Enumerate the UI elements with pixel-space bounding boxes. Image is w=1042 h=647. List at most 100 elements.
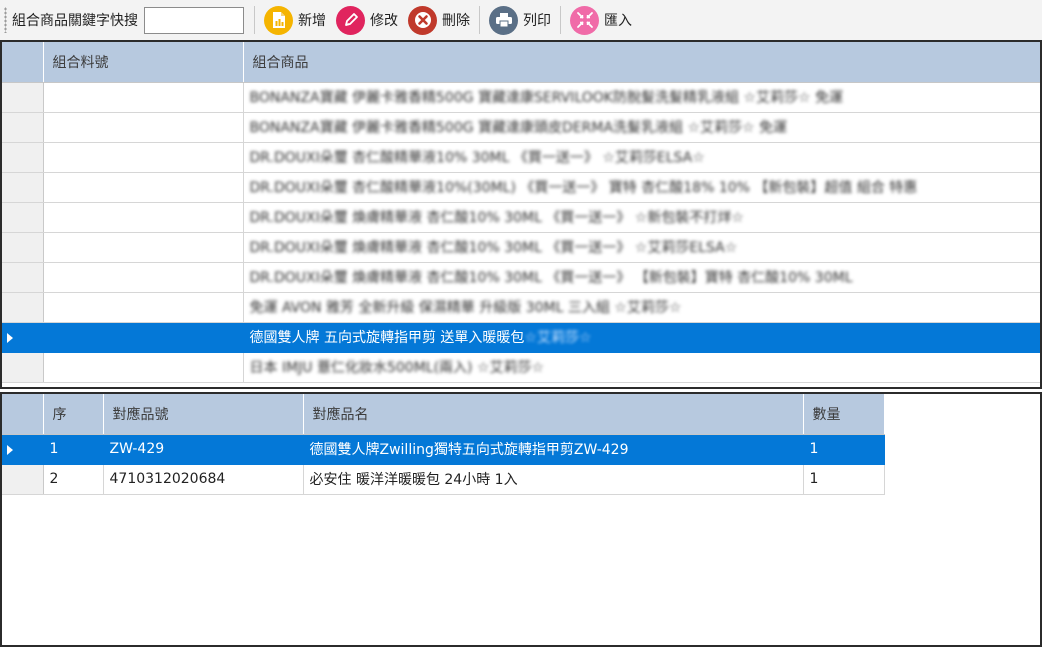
pencil-icon <box>336 5 365 35</box>
row-header[interactable] <box>2 464 44 495</box>
quantity-cell[interactable]: 1 <box>803 464 885 495</box>
row-header[interactable] <box>2 112 44 143</box>
combo-code-cell[interactable] <box>43 202 244 233</box>
combo-product-cell[interactable]: 免運 AVON 雅芳 全新升級 保濕精華 升級版 30ML 三入組 ☆艾莉莎☆ <box>243 292 1040 323</box>
column-header-combo-product[interactable]: 組合商品 <box>243 42 1040 83</box>
toolbar-grip[interactable] <box>4 7 7 33</box>
item-name-cell[interactable]: 必安住 暖洋洋暖暖包 24小時 1入 <box>303 464 804 495</box>
combo-product-name: 免運 AVON 雅芳 全新升級 保濕精華 升級版 30ML 三入組 ☆艾莉莎☆ <box>249 300 682 316</box>
combo-product-cell[interactable]: DR.DOUXI朵璽 煥膚精華液 杏仁酸10% 30ML 《買一送一》 ☆艾莉莎… <box>243 232 1040 263</box>
combo-product-name: DR.DOUXI朵璽 煥膚精華液 杏仁酸10% 30ML 《買一送一》 ☆新包裝… <box>249 210 744 226</box>
combo-product-name: DR.DOUXI朵璽 杏仁酸精華液10% 30ML 《買一送一》 ☆艾莉莎ELS… <box>249 150 705 166</box>
row-header[interactable] <box>2 262 44 293</box>
combo-product-cell[interactable]: 日本 IMJU 薏仁化妝水500ML(兩入) ☆艾莉莎☆ <box>243 352 1040 383</box>
row-header[interactable] <box>2 172 44 203</box>
toolbar-separator <box>479 6 480 34</box>
row-header[interactable] <box>2 202 44 233</box>
table-row[interactable]: 2 4710312020684 必安住 暖洋洋暖暖包 24小時 1入 1 <box>2 464 885 495</box>
table-row-selected[interactable]: 德國雙人牌 五向式旋轉指甲剪 送單入暖暖包☆艾莉莎☆ <box>2 322 1040 353</box>
combo-product-name: BONANZA寶藏 伊麗卡雅香精500G 寶藏達康SERVILOOK防脫髮洗髮精… <box>249 90 843 106</box>
item-name-cell[interactable]: 德國雙人牌Zwilling獨特五向式旋轉指甲剪ZW-429 <box>303 434 804 465</box>
combo-product-cell[interactable]: 德國雙人牌 五向式旋轉指甲剪 送單入暖暖包☆艾莉莎☆ <box>243 322 1040 353</box>
delete-button-label: 刪除 <box>442 13 470 29</box>
row-header[interactable] <box>2 352 44 383</box>
seq-cell[interactable]: 1 <box>43 434 104 465</box>
column-header-combo-code[interactable]: 組合料號 <box>43 42 244 83</box>
toolbar-separator <box>560 6 561 34</box>
print-button[interactable]: 列印 <box>484 3 556 37</box>
column-header-item-code[interactable]: 對應品號 <box>103 394 304 435</box>
table-row[interactable]: DR.DOUXI朵璽 煥膚精華液 杏仁酸10% 30ML 《買一送一》 ☆新包裝… <box>2 202 1040 233</box>
table-row[interactable]: BONANZA寶藏 伊麗卡雅香精500G 寶藏達康SERVILOOK防脫髮洗髮精… <box>2 82 1040 113</box>
combo-product-cell[interactable]: DR.DOUXI朵璽 杏仁酸精華液10% 30ML 《買一送一》 ☆艾莉莎ELS… <box>243 142 1040 173</box>
row-header-corner[interactable] <box>2 42 44 83</box>
combo-product-name-suffix: ☆艾莉莎☆ <box>524 330 592 346</box>
column-header-seq[interactable]: 序 <box>43 394 104 435</box>
combo-code-cell[interactable] <box>43 172 244 203</box>
item-code-cell[interactable]: ZW-429 <box>103 434 304 465</box>
combo-code-cell[interactable] <box>43 292 244 323</box>
table-header-row: 序 對應品號 對應品名 數量 <box>2 394 885 435</box>
table-row[interactable]: DR.DOUXI朵璽 杏仁酸精華液10%(30ML) 《買一送一》 寶特 杏仁酸… <box>2 172 1040 203</box>
combo-product-cell[interactable]: BONANZA寶藏 伊麗卡雅香精500G 寶藏達康SERVILOOK防脫髮洗髮精… <box>243 82 1040 113</box>
table-row[interactable]: DR.DOUXI朵璽 杏仁酸精華液10% 30ML 《買一送一》 ☆艾莉莎ELS… <box>2 142 1040 173</box>
combo-product-name: DR.DOUXI朵璽 杏仁酸精華液10%(30ML) 《買一送一》 寶特 杏仁酸… <box>249 180 918 196</box>
combo-product-name: 德國雙人牌 五向式旋轉指甲剪 送單入暖暖包 <box>249 330 525 346</box>
combo-product-name: BONANZA寶藏 伊麗卡雅香精500G 寶藏達康頭皮DERMA洗髮乳液組 ☆艾… <box>249 120 788 136</box>
delete-button[interactable]: 刪除 <box>403 3 475 37</box>
edit-button-label: 修改 <box>370 13 398 29</box>
quantity-cell[interactable]: 1 <box>803 434 885 465</box>
edit-button[interactable]: 修改 <box>331 3 403 37</box>
mapping-item-table: 序 對應品號 對應品名 數量 1 ZW-429 德國雙人牌Zwilling獨特五… <box>2 394 885 495</box>
table-row[interactable]: DR.DOUXI朵璽 煥膚精華液 杏仁酸10% 30ML 《買一送一》 【新包裝… <box>2 262 1040 293</box>
row-header[interactable] <box>2 232 44 263</box>
combo-code-cell[interactable] <box>43 352 244 383</box>
toolbar-separator <box>254 6 255 34</box>
combo-code-cell[interactable] <box>43 112 244 143</box>
column-header-item-name[interactable]: 對應品名 <box>303 394 804 435</box>
combo-product-name: DR.DOUXI朵璽 煥膚精華液 杏仁酸10% 30ML 《買一送一》 ☆艾莉莎… <box>249 240 738 256</box>
combo-code-cell[interactable] <box>43 322 244 353</box>
row-header[interactable] <box>2 292 44 323</box>
import-button[interactable]: 匯入 <box>565 3 637 37</box>
delete-x-icon <box>408 5 437 35</box>
row-header-corner[interactable] <box>2 394 44 435</box>
combo-code-cell[interactable] <box>43 82 244 113</box>
combo-product-cell[interactable]: BONANZA寶藏 伊麗卡雅香精500G 寶藏達康頭皮DERMA洗髮乳液組 ☆艾… <box>243 112 1040 143</box>
combo-product-cell[interactable]: DR.DOUXI朵璽 煥膚精華液 杏仁酸10% 30ML 《買一送一》 ☆新包裝… <box>243 202 1040 233</box>
combo-product-grid: 組合料號 組合商品 BONANZA寶藏 伊麗卡雅香精500G 寶藏達康SERVI… <box>0 40 1042 389</box>
column-header-quantity[interactable]: 數量 <box>803 394 885 435</box>
table-header-row: 組合料號 組合商品 <box>2 42 1040 83</box>
combo-product-name: 日本 IMJU 薏仁化妝水500ML(兩入) ☆艾莉莎☆ <box>249 360 545 376</box>
search-input[interactable] <box>144 6 244 34</box>
combo-code-cell[interactable] <box>43 262 244 293</box>
import-arrows-icon <box>570 5 599 35</box>
search-label: 組合商品關鍵字快搜 <box>12 13 138 29</box>
toolbar: 組合商品關鍵字快搜 新增 修改 刪除 列印 匯入 <box>0 0 1042 40</box>
mapping-item-grid: 序 對應品號 對應品名 數量 1 ZW-429 德國雙人牌Zwilling獨特五… <box>0 392 1042 647</box>
printer-icon <box>489 5 518 35</box>
add-document-icon <box>264 5 293 35</box>
row-header[interactable] <box>2 142 44 173</box>
seq-cell[interactable]: 2 <box>43 464 104 495</box>
combo-product-cell[interactable]: DR.DOUXI朵璽 煥膚精華液 杏仁酸10% 30ML 《買一送一》 【新包裝… <box>243 262 1040 293</box>
table-row[interactable]: DR.DOUXI朵璽 煥膚精華液 杏仁酸10% 30ML 《買一送一》 ☆艾莉莎… <box>2 232 1040 263</box>
current-row-arrow-icon <box>7 444 13 455</box>
combo-product-name: DR.DOUXI朵璽 煥膚精華液 杏仁酸10% 30ML 《買一送一》 【新包裝… <box>249 270 853 286</box>
current-row-arrow-icon <box>7 332 13 343</box>
combo-product-cell[interactable]: DR.DOUXI朵璽 杏仁酸精華液10%(30ML) 《買一送一》 寶特 杏仁酸… <box>243 172 1040 203</box>
table-row[interactable]: BONANZA寶藏 伊麗卡雅香精500G 寶藏達康頭皮DERMA洗髮乳液組 ☆艾… <box>2 112 1040 143</box>
row-header[interactable] <box>2 82 44 113</box>
import-button-label: 匯入 <box>604 13 632 29</box>
table-row-selected[interactable]: 1 ZW-429 德國雙人牌Zwilling獨特五向式旋轉指甲剪ZW-429 1 <box>2 434 885 465</box>
add-button[interactable]: 新增 <box>259 3 331 37</box>
combo-product-table: 組合料號 組合商品 BONANZA寶藏 伊麗卡雅香精500G 寶藏達康SERVI… <box>2 42 1040 383</box>
item-code-cell[interactable]: 4710312020684 <box>103 464 304 495</box>
row-header[interactable] <box>2 434 44 465</box>
add-button-label: 新增 <box>298 13 326 29</box>
combo-code-cell[interactable] <box>43 232 244 263</box>
combo-code-cell[interactable] <box>43 142 244 173</box>
table-row[interactable]: 日本 IMJU 薏仁化妝水500ML(兩入) ☆艾莉莎☆ <box>2 352 1040 383</box>
row-header[interactable] <box>2 322 44 353</box>
table-row[interactable]: 免運 AVON 雅芳 全新升級 保濕精華 升級版 30ML 三入組 ☆艾莉莎☆ <box>2 292 1040 323</box>
